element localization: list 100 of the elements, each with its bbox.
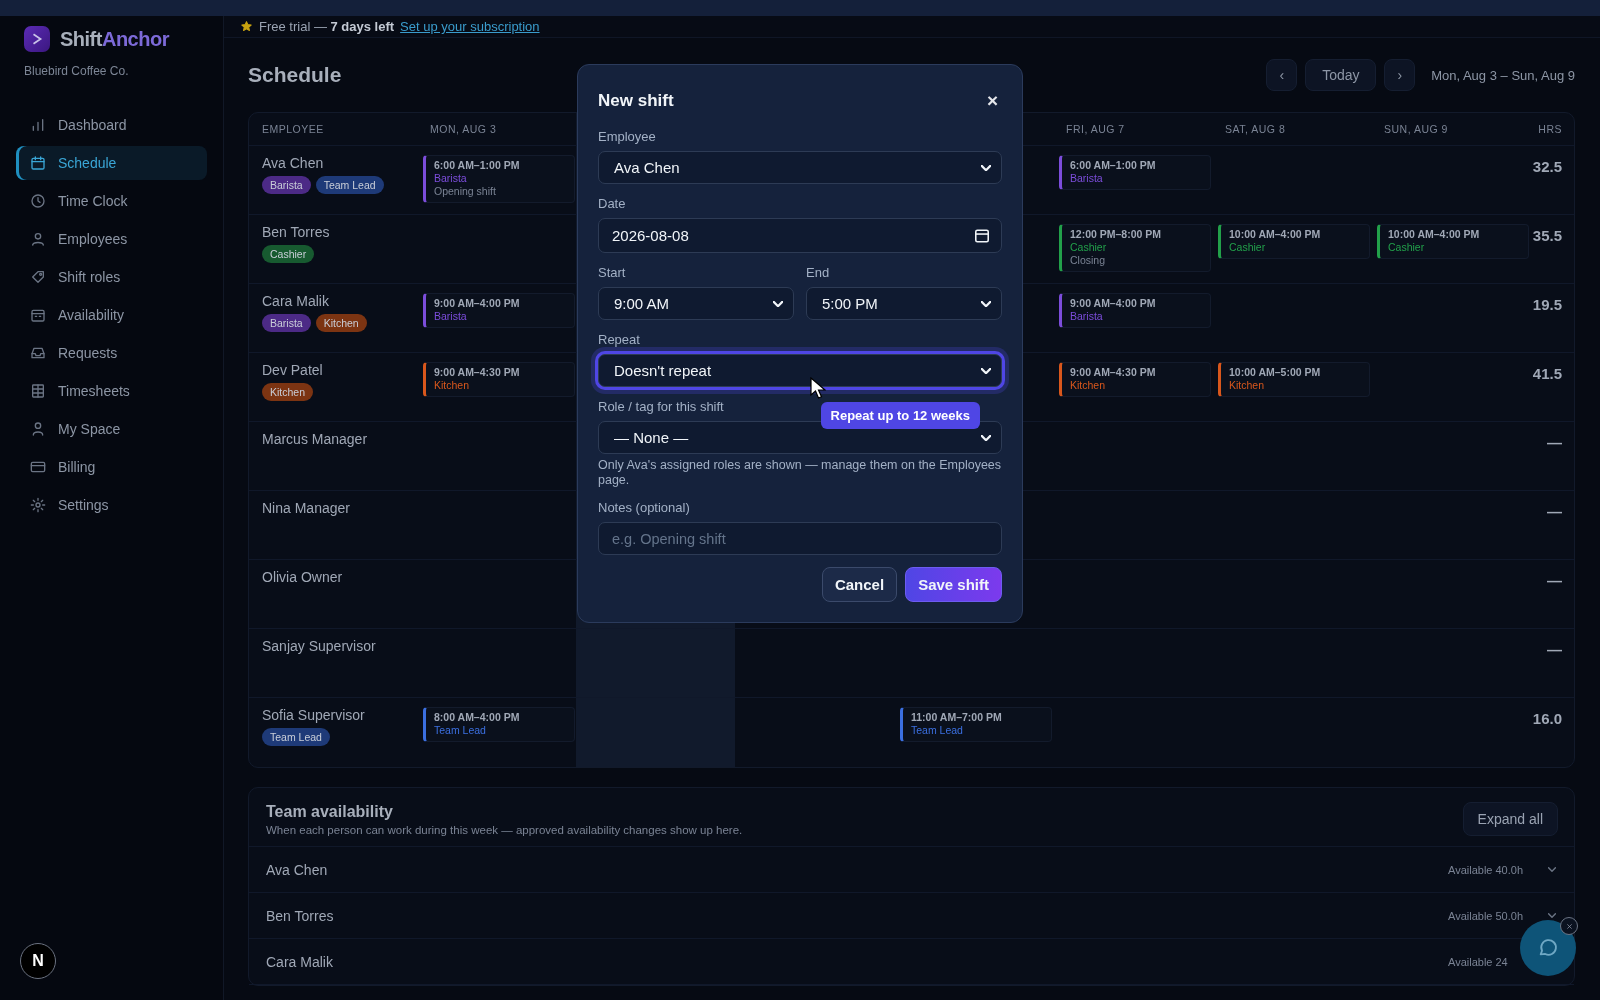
sidebar-item[interactable]: Timesheets xyxy=(16,374,207,408)
end-time-select[interactable]: 5:00 PM xyxy=(806,287,1002,320)
next-week-button[interactable]: › xyxy=(1384,59,1416,91)
availability-status: Available 40.0h xyxy=(1448,863,1525,876)
sidebar-item[interactable]: Schedule xyxy=(16,146,207,180)
sidebar-item[interactable]: Employees xyxy=(16,222,207,256)
shift-card[interactable]: 6:00 AM–1:00 PM Barista Opening shift xyxy=(423,155,575,203)
cursor-icon xyxy=(810,377,826,399)
card-icon xyxy=(30,459,46,475)
field-label: Employee xyxy=(598,129,657,145)
calendar-icon xyxy=(30,155,46,171)
field-label: Start xyxy=(598,265,627,281)
repeat-select[interactable]: Doesn't repeat xyxy=(598,354,1002,387)
sidebar-item[interactable]: Billing xyxy=(16,450,207,484)
start-time-select[interactable]: 9:00 AM xyxy=(598,287,794,320)
shift-card[interactable]: 6:00 AM–1:00 PM Barista xyxy=(1059,155,1211,190)
shift-card[interactable]: 10:00 AM–4:00 PM Cashier xyxy=(1377,224,1529,259)
shift-time: 10:00 AM–4:00 PM xyxy=(1229,228,1322,241)
help-text: Only Ava's assigned roles are shown — manage them on the Employees page. xyxy=(598,458,1002,488)
sidebar-item[interactable]: Shift roles xyxy=(16,260,207,294)
shift-card[interactable]: 12:00 PM–8:00 PM Cashier Closing xyxy=(1059,224,1211,272)
column-header: SUN, AUG 9 xyxy=(1383,122,1449,137)
employee-name: Ben Torres xyxy=(266,907,335,924)
employee-name: Nina Manager xyxy=(262,500,351,516)
sidebar-item[interactable]: Dashboard xyxy=(16,108,207,142)
shift-role: Kitchen xyxy=(434,379,471,392)
shift-card[interactable]: 9:00 AM–4:30 PM Kitchen xyxy=(1059,362,1211,397)
hours-total: — xyxy=(1546,640,1563,660)
date-range: Mon, Aug 3 – Sun, Aug 9 xyxy=(1431,67,1575,83)
tooltip: Repeat up to 12 weeks xyxy=(820,402,980,429)
column-header: FRI, AUG 7 xyxy=(1065,122,1126,137)
close-button[interactable]: × xyxy=(982,90,1002,112)
shift-time: 9:00 AM–4:00 PM xyxy=(434,297,521,310)
employee-name: Sanjay Supervisor xyxy=(262,638,377,654)
shift-time: 11:00 AM–7:00 PM xyxy=(911,711,1003,724)
date-field[interactable]: 2026-08-08 xyxy=(598,218,1002,253)
notes-field[interactable]: e.g. Opening shift xyxy=(598,522,1002,555)
shift-role: Kitchen xyxy=(1070,379,1107,392)
shift-role: Cashier xyxy=(1229,241,1267,254)
shift-role: Cashier xyxy=(1070,241,1108,254)
chevron-down-icon xyxy=(981,300,991,307)
sidebar-item[interactable]: Time Clock xyxy=(16,184,207,218)
role-tag: Team Lead xyxy=(315,176,384,194)
employee-select[interactable]: Ava Chen xyxy=(598,151,1002,184)
column-header: HRS xyxy=(1537,122,1563,137)
expand-all-button[interactable]: Expand all xyxy=(1462,802,1558,836)
close-icon xyxy=(1564,921,1574,931)
previous-week-button[interactable]: ‹ xyxy=(1266,59,1298,91)
tag-icon xyxy=(30,269,46,285)
section-subtitle: When each person can work during this week — approved availability changes show up here. xyxy=(266,823,744,836)
settings-icon xyxy=(30,497,46,513)
employee-name: Ben Torres xyxy=(262,224,331,240)
shift-role: Barista xyxy=(434,172,468,185)
dialog-title: New shift xyxy=(598,91,674,111)
save-button[interactable]: Save shift xyxy=(905,567,1002,602)
availability-status: Available 24 xyxy=(1448,955,1509,968)
shift-time: 9:00 AM–4:30 PM xyxy=(1070,366,1157,379)
cancel-button[interactable]: Cancel xyxy=(821,567,898,602)
person-icon xyxy=(30,421,46,437)
shift-card[interactable]: 10:00 AM–4:00 PM Cashier xyxy=(1218,224,1370,259)
employee-name: Marcus Manager xyxy=(262,431,369,447)
subscription-link[interactable]: Set up your subscription xyxy=(400,19,540,34)
chevron-down-icon xyxy=(981,367,991,374)
hours-total: 16.0 xyxy=(1531,709,1563,729)
shift-role: Kitchen xyxy=(1229,379,1266,392)
field-label: End xyxy=(806,265,831,281)
shift-card[interactable]: 10:00 AM–5:00 PM Kitchen xyxy=(1218,362,1370,397)
calendar-icon xyxy=(30,307,46,323)
employee-name: Ava Chen xyxy=(262,155,325,171)
hours-total: 41.5 xyxy=(1531,364,1563,384)
section-title: Team availability xyxy=(266,802,394,821)
shift-card[interactable]: 9:00 AM–4:00 PM Barista xyxy=(1059,293,1211,328)
sidebar-item[interactable]: Requests xyxy=(16,336,207,370)
role-tag: Kitchen xyxy=(315,314,367,332)
person-icon xyxy=(30,231,46,247)
sidebar-item[interactable]: Availability xyxy=(16,298,207,332)
shift-note: Opening shift xyxy=(434,185,497,198)
shift-card[interactable]: 9:00 AM–4:00 PM Barista xyxy=(423,293,575,328)
chat-bubble-icon xyxy=(1537,937,1559,959)
trial-notice: Free trial — 7 days left xyxy=(259,19,395,34)
sidebar-item[interactable]: Settings xyxy=(16,488,207,522)
employee-name: Dev Patel xyxy=(262,362,324,378)
today-button[interactable]: Today xyxy=(1305,59,1377,91)
shift-card[interactable]: 8:00 AM–4:00 PM Team Lead xyxy=(423,707,575,742)
shift-role: Cashier xyxy=(1388,241,1426,254)
chevron-down-icon xyxy=(1548,913,1556,918)
field-label: Role / tag for this shift xyxy=(598,399,725,415)
calendar-icon xyxy=(975,228,989,243)
shift-role: Barista xyxy=(434,310,468,323)
hours-total: 35.5 xyxy=(1531,226,1563,246)
field-label: Date xyxy=(598,196,627,212)
sidebar-item[interactable]: My Space xyxy=(16,412,207,446)
employee-name: Cara Malik xyxy=(262,293,330,309)
shift-card[interactable]: 11:00 AM–7:00 PM Team Lead xyxy=(900,707,1052,742)
shift-time: 9:00 AM–4:00 PM xyxy=(1070,297,1157,310)
shift-card[interactable]: 9:00 AM–4:30 PM Kitchen xyxy=(423,362,575,397)
employee-name: Sofia Supervisor xyxy=(262,707,366,723)
role-tag: Kitchen xyxy=(262,383,314,401)
brand-name: ShiftAnchor xyxy=(60,27,169,51)
shift-time: 9:00 AM–4:30 PM xyxy=(434,366,521,379)
